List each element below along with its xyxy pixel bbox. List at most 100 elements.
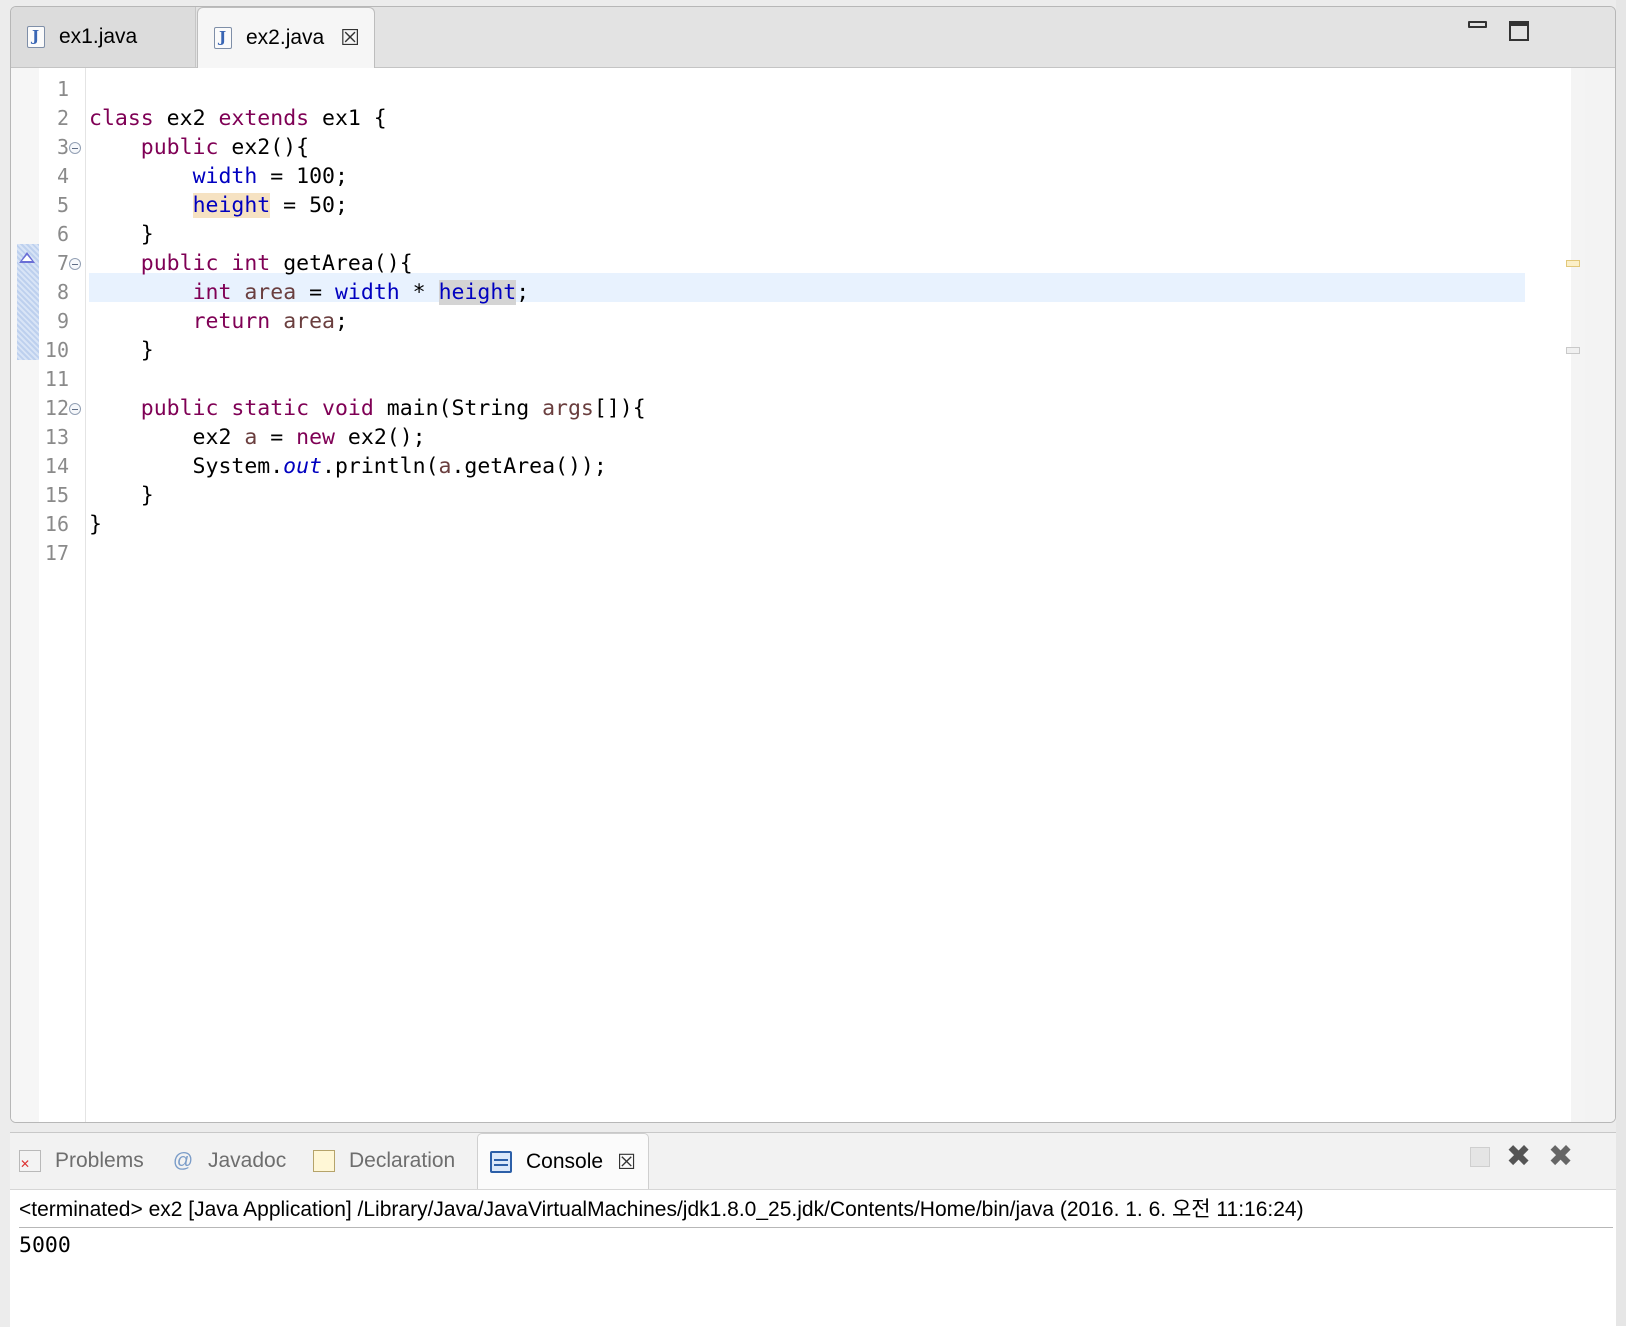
keyword-token: public [140,251,219,276]
line-number: 12 [44,396,69,420]
tab-declaration[interactable]: Declaration [313,1133,455,1189]
tab-label: Problems [55,1149,144,1172]
console-panel: Problems @ Javadoc Declaration Console ☒… [10,1132,1626,1327]
keyword-token: static [231,396,310,421]
line-number: 2 [56,106,69,130]
code-line-3[interactable]: public ex2(){ [89,133,309,162]
line-number: 7 [56,251,69,275]
tab-ex1-java[interactable]: ex1.java [11,7,196,67]
collapse-icon[interactable] [69,403,81,415]
terminate-icon[interactable] [1470,1147,1490,1167]
code-line-10[interactable]: } [89,336,154,365]
code-token: getArea(){ [270,251,413,276]
console-output[interactable]: 5000 [19,1231,71,1261]
tab-label: Declaration [349,1149,456,1172]
collapse-icon[interactable] [69,142,81,154]
code-line-4[interactable]: width = 100; [89,162,348,191]
code-line-16[interactable]: } [89,510,102,539]
tab-console[interactable]: Console ☒ [477,1133,649,1189]
code-token: System. [89,454,284,479]
close-icon[interactable]: ☒ [340,26,360,51]
line-number: 14 [44,454,69,478]
local-variable-token: area [244,280,297,305]
remove-all-launches-icon[interactable]: ✖ [1548,1139,1573,1174]
tab-ex2-java[interactable]: ex2.java ☒ [197,7,375,68]
field-token: width [334,280,400,305]
line-number: 15 [44,483,69,507]
code-token: = 50; [270,193,348,218]
tab-javadoc[interactable]: @ Javadoc [172,1133,286,1189]
tab-problems[interactable]: Problems [19,1133,144,1189]
close-icon[interactable]: ☒ [617,1150,636,1174]
window-edge [1616,0,1626,1326]
code-token: * [399,280,439,305]
code-token: ; [516,280,530,305]
code-token: } [89,512,102,537]
override-marker-icon[interactable] [19,252,35,263]
line-number: 10 [44,338,69,362]
code-token: ; [334,309,348,334]
collapse-icon[interactable] [69,258,81,270]
code-line-12[interactable]: public static void main(String args[]){ [89,394,646,423]
vertical-scrollbar[interactable] [1585,68,1615,1122]
code-token: } [89,338,154,363]
code-line-9[interactable]: return area; [89,307,348,336]
code-token: []){ [593,396,646,421]
console-icon [490,1150,512,1173]
code-line-15[interactable]: } [89,481,154,510]
line-number: 4 [56,164,69,188]
keyword-token: int [192,280,232,305]
editor-window: ex1.java ex2.java ☒ 1 2 3 4 5 6 7 8 9 10… [10,6,1616,1123]
code-line-7[interactable]: public int getArea(){ [89,249,413,278]
line-number: 8 [56,280,69,304]
code-token: .getArea()); [451,454,607,479]
maximize-icon[interactable] [1509,21,1529,41]
line-number: 9 [56,309,69,333]
minimize-icon[interactable] [1468,21,1487,28]
remove-launch-icon[interactable]: ✖ [1506,1139,1531,1174]
code-line-5[interactable]: height = 50; [89,191,348,220]
tab-label: Javadoc [208,1149,287,1172]
static-field-token: out [283,454,323,479]
code-token: ex2 [89,425,245,450]
editor-tab-bar: ex1.java ex2.java ☒ [11,7,1615,68]
code-token: ex2(){ [218,135,310,160]
local-variable-token: a [438,454,452,479]
occurrence-marker[interactable] [1566,347,1580,354]
line-number: 1 [56,77,69,101]
code-token: ex2(); [334,425,426,450]
parameter-token: args [542,396,594,421]
tab-label: Console [526,1149,604,1173]
code-token: .println( [322,454,439,479]
keyword-token: class [89,106,154,131]
code-line-13[interactable]: ex2 a = new ex2(); [89,423,426,452]
code-editor[interactable]: 1 2 3 4 5 6 7 8 9 10 11 12 13 14 15 16 1… [11,68,1615,1122]
code-line-2[interactable]: class ex2 extends ex1 { [89,104,387,133]
console-process-label: <terminated> ex2 [Java Application] /Lib… [19,1193,1613,1228]
code-line-6[interactable]: } [89,220,154,249]
declaration-icon [313,1150,335,1172]
code-token: = [257,425,297,450]
line-number: 11 [44,367,69,391]
code-token: } [89,222,154,247]
tab-label: ex2.java [246,26,325,49]
line-number: 3 [56,135,69,159]
code-line-14[interactable]: System.out.println(a.getArea()); [89,452,607,481]
vertical-ruler [11,68,39,1122]
line-number: 5 [56,193,69,217]
keyword-token: new [296,425,335,450]
code-line-8[interactable]: int area = width * height; [89,278,529,307]
tab-label: ex1.java [59,25,138,48]
occurrence-marker[interactable] [1566,260,1580,267]
code-token: } [89,483,154,508]
